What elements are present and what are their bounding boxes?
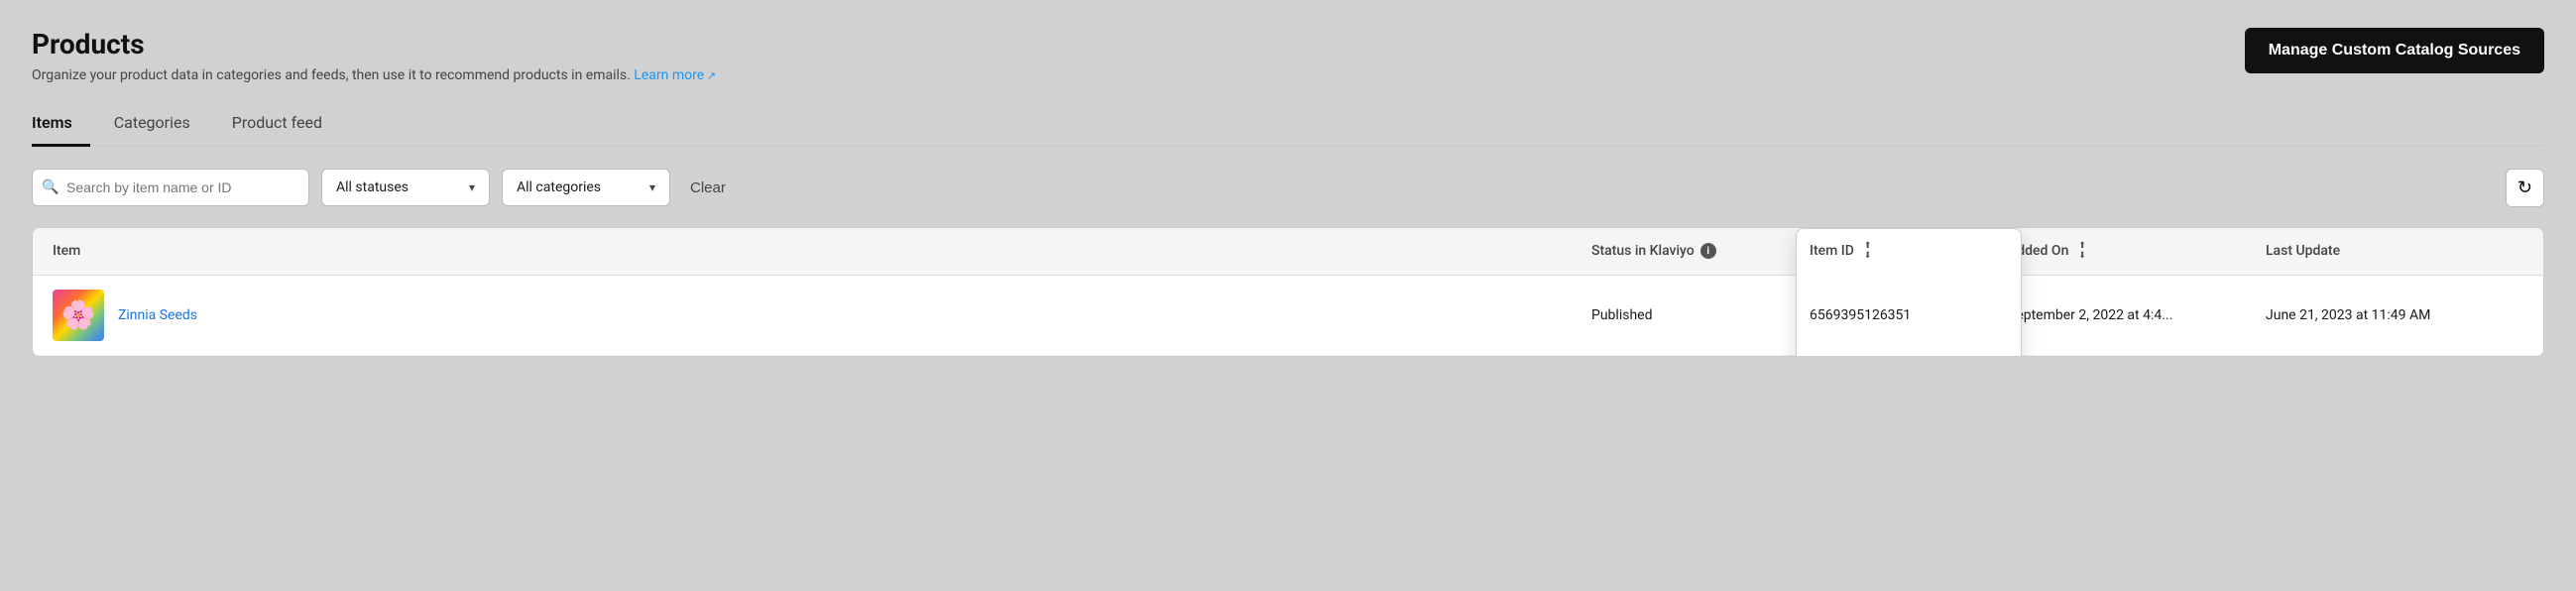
category-dropdown-label: All categories	[517, 179, 601, 195]
status-info-icon[interactable]: i	[1700, 243, 1716, 259]
col-header-item-id: Item ID ⬆ ⬇	[1810, 242, 2008, 261]
tab-product-feed[interactable]: Product feed	[232, 103, 340, 147]
status-cell: Published	[1591, 307, 1810, 323]
search-wrapper: 🔍	[32, 169, 309, 206]
flower-icon: 🌸	[61, 298, 96, 331]
item-id-sort-icon[interactable]: ⬆ ⬇	[1864, 242, 1872, 261]
category-dropdown[interactable]: All categories ▾	[502, 169, 670, 206]
added-on-sort-icon[interactable]: ⬆ ⬇	[2078, 242, 2086, 261]
col-header-item: Item	[53, 242, 1591, 261]
item-cell: 🌸 Zinnia Seeds	[53, 290, 1591, 341]
filter-bar: 🔍 All statuses ▾ All categories ▾ Clear …	[32, 169, 2544, 207]
category-chevron-icon: ▾	[649, 180, 655, 194]
learn-more-link[interactable]: Learn more	[634, 67, 716, 83]
status-dropdown[interactable]: All statuses ▾	[321, 169, 490, 206]
table-row: 🌸 Zinnia Seeds Published 6569395126351 S…	[33, 276, 2543, 356]
tab-categories[interactable]: Categories	[114, 103, 208, 147]
refresh-icon: ↻	[2517, 177, 2532, 198]
search-icon: 🔍	[42, 179, 59, 195]
tab-bar: Items Categories Product feed	[32, 103, 2544, 147]
tab-items[interactable]: Items	[32, 103, 90, 147]
page-title: Products	[32, 28, 716, 61]
manage-catalog-button[interactable]: Manage Custom Catalog Sources	[2245, 28, 2544, 73]
status-dropdown-label: All statuses	[336, 179, 409, 195]
status-chevron-icon: ▾	[469, 180, 475, 194]
item-name-link[interactable]: Zinnia Seeds	[118, 307, 197, 323]
col-header-status: Status in Klaviyo i	[1591, 242, 1810, 261]
last-update-cell: June 21, 2023 at 11:49 AM	[2266, 307, 2523, 323]
col-header-last-update: Last Update	[2266, 242, 2523, 261]
clear-button[interactable]: Clear	[682, 176, 734, 200]
added-on-cell: September 2, 2022 at 4:4...	[2008, 307, 2266, 323]
item-thumbnail: 🌸	[53, 290, 104, 341]
page-header: Products Organize your product data in c…	[32, 28, 716, 83]
products-table: Item Status in Klaviyo i Item ID ⬆ ⬇ Add…	[32, 227, 2544, 357]
search-input[interactable]	[32, 169, 309, 206]
table-header-row: Item Status in Klaviyo i Item ID ⬆ ⬇ Add…	[33, 228, 2543, 276]
refresh-button[interactable]: ↻	[2506, 169, 2544, 207]
page-subtitle: Organize your product data in categories…	[32, 67, 716, 83]
item-id-cell: 6569395126351	[1810, 307, 2008, 323]
col-header-added-on: Added On ⬆ ⬇	[2008, 242, 2266, 261]
